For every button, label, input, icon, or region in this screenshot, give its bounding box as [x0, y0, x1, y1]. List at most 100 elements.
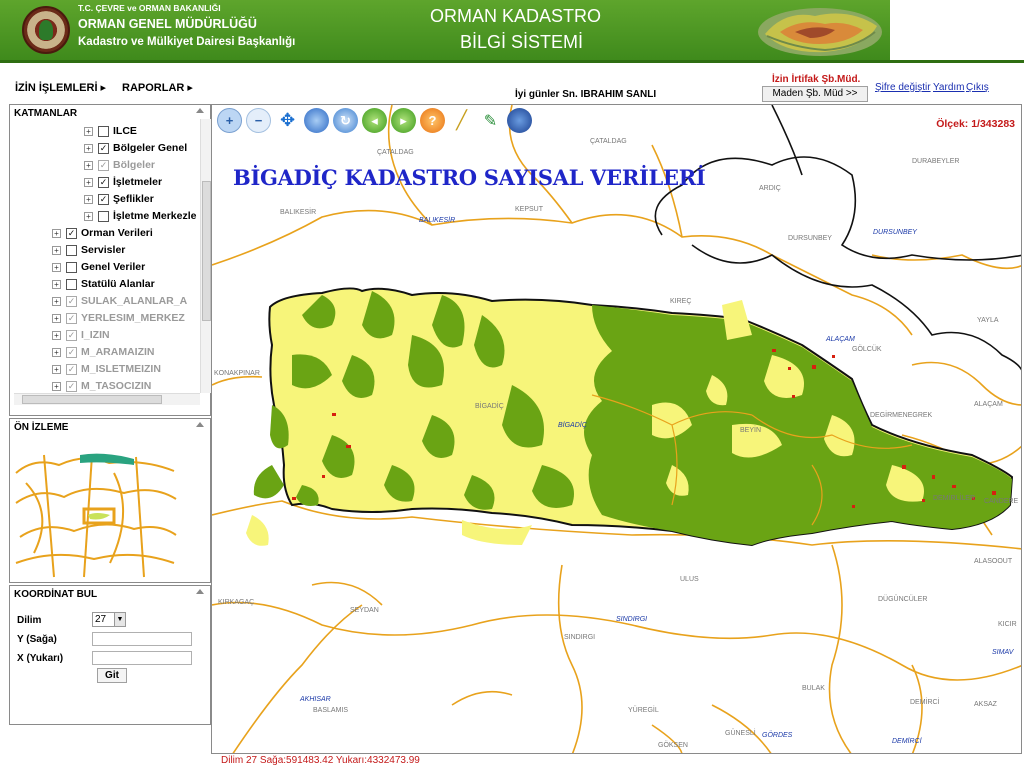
overview-map[interactable] [14, 453, 178, 579]
place-label: DURABEYLER [912, 158, 960, 165]
expand-icon[interactable]: + [52, 228, 61, 238]
layer-checkbox[interactable] [66, 244, 77, 256]
layer-checkbox[interactable]: ✓ [66, 227, 77, 239]
preview-panel-title: ÖN İZLEME [14, 422, 69, 433]
layer-item[interactable]: + Statülü Alanlar [52, 276, 155, 292]
identify-icon[interactable]: ✎ [478, 108, 503, 133]
expand-icon[interactable]: + [52, 245, 61, 255]
layer-item[interactable]: + Servisler [52, 242, 125, 258]
layer-tree-vertical-scrollbar[interactable] [200, 119, 211, 393]
help-icon[interactable]: ? [420, 108, 445, 133]
go-button[interactable]: Git [97, 668, 127, 683]
expand-icon[interactable]: + [84, 143, 93, 153]
layer-item[interactable]: + ✓ İşletmeler [84, 174, 162, 190]
place-label: ULUS [680, 576, 699, 583]
layer-checkbox[interactable]: ✓ [66, 295, 77, 307]
menu-izin-islemleri[interactable]: İZİN İŞLEMLERİ ▸ [15, 81, 106, 94]
layer-item[interactable]: + ✓ Orman Verileri [52, 225, 153, 241]
place-label: KICIR [998, 621, 1017, 628]
layer-item[interactable]: + ✓ YERLESIM_MERKEZ [52, 310, 185, 326]
layer-checkbox[interactable]: ✓ [66, 329, 77, 341]
place-label: KIRKAGAÇ [218, 599, 255, 606]
layer-item[interactable]: + İşletme Merkezle [84, 208, 196, 224]
place-label: GÜNESLİ [725, 730, 756, 737]
role-switch-button[interactable]: Maden Şb. Müd >> [762, 86, 868, 102]
map-panel[interactable]: + − ✥ ↻ ◂ ▸ ? ╱ ✎ Ölçek: 1/343283 BİGADİ… [211, 104, 1022, 754]
place-label: AKHISAR [300, 696, 331, 703]
collapse-icon[interactable] [196, 108, 204, 113]
layer-label: Bölgeler Genel [113, 142, 188, 154]
place-label: GÖLCÜK [852, 346, 882, 353]
expand-icon[interactable]: + [52, 330, 61, 340]
measure-ruler-icon[interactable]: ╱ [449, 108, 474, 133]
layer-label: Statülü Alanlar [81, 278, 155, 290]
forward-icon[interactable]: ▸ [391, 108, 416, 133]
main-map[interactable] [212, 105, 1022, 754]
layer-checkbox[interactable]: ✓ [66, 312, 77, 324]
layer-item[interactable]: + ✓ M_TASOCIZIN [52, 378, 151, 394]
layer-checkbox[interactable]: ✓ [98, 142, 109, 154]
header: T.C. ÇEVRE ve ORMAN BAKANLIĞI ORMAN GENE… [0, 0, 1024, 63]
place-label: SEYDAN [350, 607, 379, 614]
change-password-link[interactable]: Şifre değiştir [875, 82, 931, 93]
dilim-select[interactable]: 27 ▼ [92, 612, 126, 627]
layer-checkbox[interactable]: ✓ [66, 363, 77, 375]
scrollbar-thumb[interactable] [202, 181, 211, 321]
google-earth-icon[interactable] [507, 108, 532, 133]
expand-icon[interactable]: + [84, 160, 93, 170]
x-coordinate-input[interactable] [92, 651, 192, 665]
zoom-out-icon[interactable]: − [246, 108, 271, 133]
expand-icon[interactable]: + [52, 262, 61, 272]
refresh-icon[interactable]: ↻ [333, 108, 358, 133]
expand-icon[interactable]: + [52, 279, 61, 289]
layer-checkbox[interactable]: ✓ [98, 159, 109, 171]
coordinate-status: Dilim 27 Sağa:591483.42 Yukarı:4332473.9… [221, 755, 420, 766]
expand-icon[interactable]: + [84, 126, 93, 136]
layer-checkbox[interactable]: ✓ [66, 346, 77, 358]
place-label: YÜREGİL [628, 707, 659, 714]
layer-checkbox[interactable] [98, 125, 109, 137]
place-label: BALIKESİR [419, 217, 456, 224]
layer-checkbox[interactable]: ✓ [66, 380, 77, 392]
layer-item[interactable]: + ✓ Bölgeler [84, 157, 155, 173]
back-icon[interactable]: ◂ [362, 108, 387, 133]
layer-item[interactable]: + ✓ SULAK_ALANLAR_A [52, 293, 187, 309]
place-label: CANDERE [984, 498, 1019, 505]
layer-item[interactable]: + ILCE [84, 123, 137, 139]
expand-icon[interactable]: + [52, 364, 61, 374]
expand-icon[interactable]: + [52, 381, 61, 391]
y-coordinate-input[interactable] [92, 632, 192, 646]
forestry-logo-icon [22, 6, 70, 54]
expand-icon[interactable]: + [52, 347, 61, 357]
layer-checkbox[interactable]: ✓ [98, 176, 109, 188]
layer-item[interactable]: + Genel Veriler [52, 259, 145, 275]
place-label: BEYİN [740, 427, 762, 434]
chevron-down-icon[interactable]: ▼ [114, 613, 125, 626]
layer-checkbox[interactable]: ✓ [98, 193, 109, 205]
expand-icon[interactable]: + [84, 194, 93, 204]
layer-item[interactable]: + ✓ Bölgeler Genel [84, 140, 187, 156]
expand-icon[interactable]: + [84, 177, 93, 187]
collapse-icon[interactable] [196, 589, 204, 594]
expand-icon[interactable]: + [52, 296, 61, 306]
help-link[interactable]: Yardım [933, 82, 965, 93]
menu-raporlar[interactable]: RAPORLAR ▸ [122, 81, 193, 94]
layer-tree-horizontal-scrollbar[interactable] [14, 393, 200, 405]
expand-icon[interactable]: + [84, 211, 93, 221]
place-label: SINDIRGI [564, 634, 596, 641]
layer-item[interactable]: + ✓ M_ARAMAIZIN [52, 344, 155, 360]
zoom-in-icon[interactable]: + [217, 108, 242, 133]
coordinate-panel-title: KOORDİNAT BUL [14, 589, 98, 600]
pan-icon[interactable]: ✥ [275, 108, 300, 133]
collapse-icon[interactable] [196, 422, 204, 427]
layer-checkbox[interactable] [66, 278, 77, 290]
layer-item[interactable]: + ✓ M_ISLETMEIZIN [52, 361, 161, 377]
full-extent-globe-icon[interactable] [304, 108, 329, 133]
expand-icon[interactable]: + [52, 313, 61, 323]
layer-item[interactable]: + ✓ I_IZIN [52, 327, 110, 343]
layer-checkbox[interactable] [98, 210, 109, 222]
scrollbar-thumb[interactable] [22, 395, 162, 404]
layer-item[interactable]: + ✓ Şeflikler [84, 191, 154, 207]
logout-link[interactable]: Çıkış [966, 82, 989, 93]
layer-checkbox[interactable] [66, 261, 77, 273]
